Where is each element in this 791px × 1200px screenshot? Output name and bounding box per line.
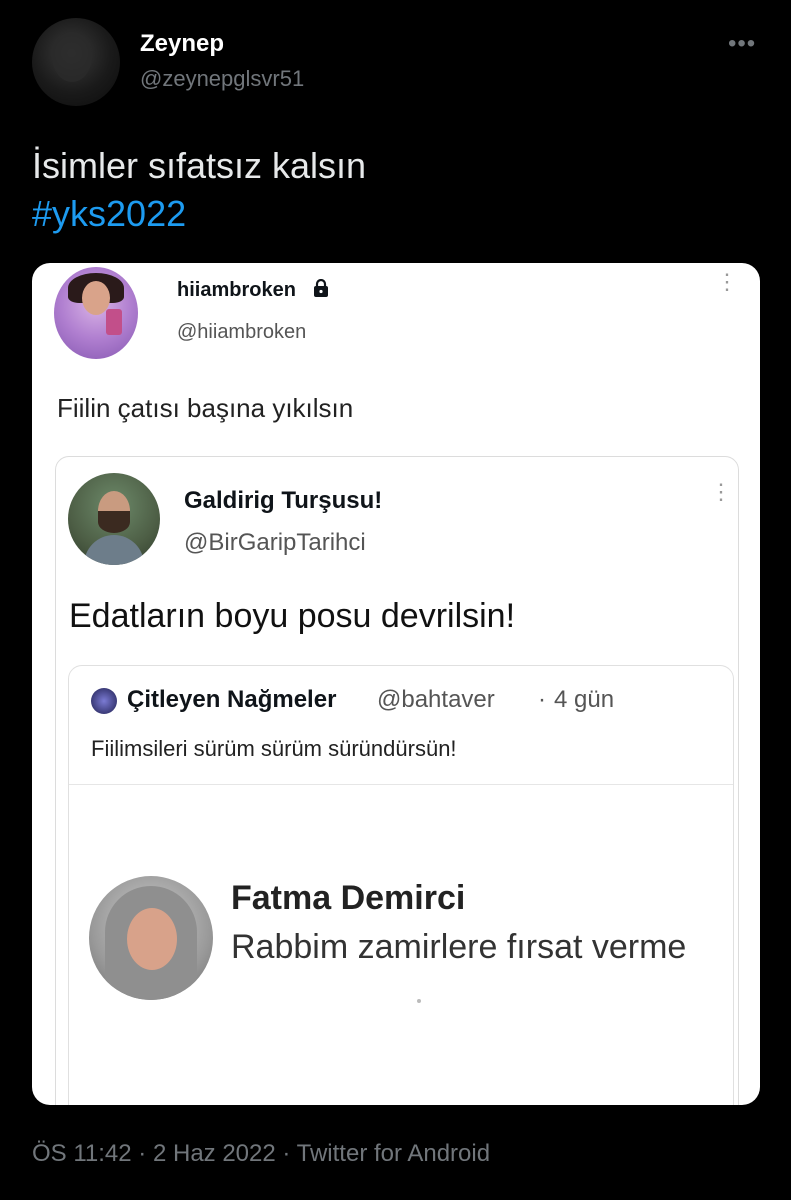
quote-author-name: Galdirig Turşusu!: [184, 487, 383, 514]
post-author-name: hiiambroken: [177, 279, 296, 301]
post-author-handle: @hiiambroken: [177, 321, 307, 343]
speck: [417, 999, 421, 1003]
nested-quoted-tweet: Çitleyen Nağmeler @bahtaver · 4 gün Fiil…: [68, 665, 734, 1105]
post-text: Fiilin çatısı başına yıkılsın: [57, 393, 354, 423]
embedded-avatar: [89, 876, 213, 1000]
nested-quote-time: 4 gün: [554, 686, 615, 713]
tweet-date[interactable]: 2 Haz 2022: [153, 1140, 276, 1167]
embedded-text: Rabbim zamirlere fırsat verme: [231, 928, 687, 966]
tweet-source[interactable]: Twitter for Android: [297, 1140, 490, 1167]
author-avatar[interactable]: [32, 18, 120, 106]
meta-separator: ·: [138, 1140, 147, 1167]
nested-quote-text: Fiilimsileri sürüm sürüm süründürsün!: [91, 736, 457, 761]
post-kebab-icon: ⋮: [716, 269, 738, 294]
quote-text: Edatların boyu posu devrilsin!: [69, 597, 516, 635]
tweet-image[interactable]: hiiambroken @hiiambroken ⋮ Fiilin çatısı…: [32, 263, 760, 1105]
nested-quote-author-handle: @bahtaver: [377, 686, 495, 713]
author-name[interactable]: Zeynep: [140, 30, 224, 58]
author-handle[interactable]: @zeynepglsvr51: [140, 66, 304, 92]
nested-quote-author-name: Çitleyen Nağmeler: [127, 686, 337, 713]
divider: [69, 784, 733, 785]
quote-author-handle: @BirGaripTarihci: [184, 529, 366, 556]
quoted-tweet: Galdirig Turşusu! @BirGaripTarihci ⋮ Eda…: [55, 456, 739, 1105]
quote-avatar: [68, 473, 160, 565]
tweet-time: ÖS 11:42: [32, 1140, 132, 1167]
quote-kebab-icon: ⋮: [710, 479, 732, 504]
hashtag-link[interactable]: #yks2022: [32, 190, 186, 238]
embedded-author-name: Fatma Demirci: [231, 879, 466, 917]
meta-separator: ·: [282, 1140, 291, 1167]
nested-quote-avatar: [91, 688, 117, 714]
post-avatar: [54, 267, 138, 359]
more-options-button[interactable]: •••: [728, 30, 756, 58]
nested-quote-separator: ·: [538, 686, 546, 713]
tweet-meta: ÖS 11:42 · 2 Haz 2022 · Twitter for Andr…: [32, 1140, 490, 1168]
lock-icon: [314, 279, 328, 297]
tweet-text: İsimler sıfatsız kalsın: [32, 145, 367, 186]
